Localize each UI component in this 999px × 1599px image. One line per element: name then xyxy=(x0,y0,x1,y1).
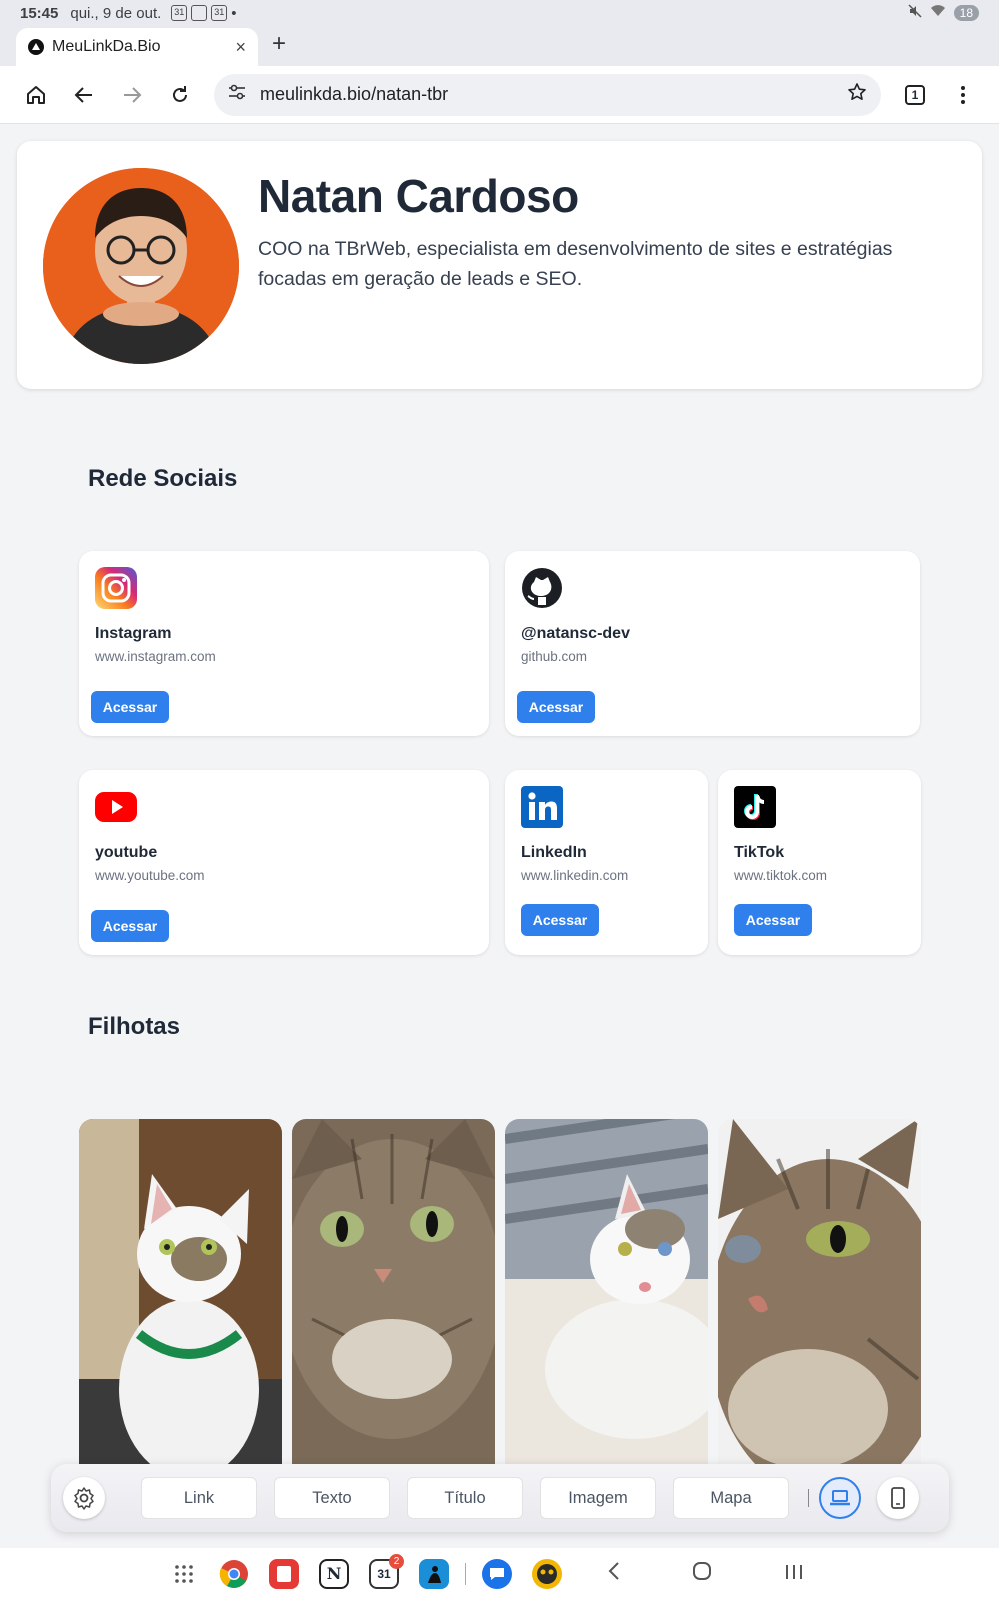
status-bar: 15:45 qui., 9 de out. 31 31 • 18 xyxy=(0,0,999,26)
tab-switcher-button[interactable]: 1 xyxy=(891,71,939,119)
youtube-icon xyxy=(95,786,137,828)
app-drawer-icon[interactable] xyxy=(169,1559,199,1589)
phone-icon xyxy=(891,1487,905,1509)
access-button-linkedin[interactable]: Acessar xyxy=(521,904,599,936)
address-bar[interactable]: meulinkda.bio/natan-tbr xyxy=(214,73,881,116)
calendar-notification-icon: 31 xyxy=(171,5,188,21)
add-link-button[interactable]: Link xyxy=(141,1477,257,1519)
browser-toolbar: meulinkda.bio/natan-tbr 1 xyxy=(0,66,999,124)
browser-menu-button[interactable] xyxy=(939,71,987,119)
tab-count: 1 xyxy=(905,84,925,105)
notes-app-icon[interactable] xyxy=(269,1558,299,1589)
kebab-menu-icon xyxy=(961,85,965,104)
status-time: 15:45 xyxy=(20,4,59,22)
url-text: meulinkda.bio/natan-tbr xyxy=(260,84,449,104)
add-title-button[interactable]: Título xyxy=(407,1477,523,1519)
close-tab-icon[interactable]: × xyxy=(235,37,246,58)
card-title: TikTok xyxy=(734,844,785,861)
gear-icon xyxy=(74,1487,94,1510)
battery-indicator: 18 xyxy=(953,5,979,21)
editor-toolbar: Link Texto Título Imagem Mapa xyxy=(51,1464,949,1532)
notion-app-icon[interactable]: N xyxy=(319,1558,349,1589)
reload-button[interactable] xyxy=(156,71,204,119)
access-button-github[interactable]: Acessar xyxy=(517,691,595,723)
more-notifications-dot: • xyxy=(231,4,237,22)
messages-app-icon[interactable] xyxy=(482,1558,512,1589)
link-card-tiktok: TikTok www.tiktok.com Acessar xyxy=(718,770,921,955)
site-favicon-icon xyxy=(28,39,44,55)
bookmark-star-icon[interactable] xyxy=(847,82,867,107)
tiktok-icon xyxy=(734,786,776,828)
card-url: github.com xyxy=(521,649,588,664)
profile-card: Natan Cardoso COO na TBrWeb, especialist… xyxy=(17,141,982,389)
access-button-tiktok[interactable]: Acessar xyxy=(734,904,812,936)
card-title: LinkedIn xyxy=(521,844,587,861)
profile-avatar xyxy=(43,168,239,364)
game-app-icon[interactable] xyxy=(532,1558,562,1589)
card-title: youtube xyxy=(95,844,158,861)
wifi-icon xyxy=(930,4,946,22)
cat-photo-2[interactable] xyxy=(292,1119,495,1469)
gallery-notification-icon xyxy=(191,5,208,21)
reload-icon xyxy=(173,85,187,102)
cat-photo-4[interactable] xyxy=(718,1119,921,1469)
home-nav-icon[interactable] xyxy=(692,1561,712,1587)
recents-nav-icon[interactable] xyxy=(784,1561,804,1587)
status-date: qui., 9 de out. xyxy=(70,4,162,22)
card-title: Instagram xyxy=(95,625,172,642)
add-text-button[interactable]: Texto xyxy=(274,1477,390,1519)
card-title: @natansc-dev xyxy=(521,625,630,642)
forward-arrow-icon xyxy=(124,86,142,103)
github-icon xyxy=(521,567,563,609)
link-card-github: @natansc-dev github.com Acessar xyxy=(505,551,920,736)
back-arrow-icon xyxy=(74,86,92,103)
cat-photo-3[interactable] xyxy=(505,1119,708,1469)
new-tab-button[interactable]: + xyxy=(272,30,286,58)
settings-button[interactable] xyxy=(63,1477,105,1519)
back-button[interactable] xyxy=(60,71,108,119)
instagram-icon xyxy=(95,567,137,609)
access-button-instagram[interactable]: Acessar xyxy=(91,691,169,723)
site-settings-icon[interactable] xyxy=(228,84,246,105)
tab-title: MeuLinkDa.Bio xyxy=(52,38,161,55)
browser-tab-strip: MeuLinkDa.Bio × + xyxy=(0,26,999,66)
profile-name: Natan Cardoso xyxy=(258,170,579,222)
calendar-notification-icon-2: 31 xyxy=(211,5,228,21)
mobile-preview-button[interactable] xyxy=(877,1477,919,1519)
laptop-icon xyxy=(830,1490,850,1506)
linkedin-icon xyxy=(521,786,563,828)
home-icon xyxy=(27,85,45,104)
chrome-app-icon[interactable] xyxy=(219,1559,249,1589)
link-card-linkedin: LinkedIn www.linkedin.com Acessar xyxy=(505,770,708,955)
dock-divider xyxy=(465,1562,466,1585)
cat-photo-1[interactable] xyxy=(79,1119,282,1469)
link-card-instagram: Instagram www.instagram.com Acessar xyxy=(79,551,489,736)
section-title-pets: Filhotas xyxy=(88,1013,181,1040)
section-title-social: Rede Sociais xyxy=(88,465,238,492)
card-url: www.tiktok.com xyxy=(734,868,828,883)
browser-tab[interactable]: MeuLinkDa.Bio × xyxy=(16,28,258,66)
card-url: www.linkedin.com xyxy=(521,868,629,883)
back-nav-icon[interactable] xyxy=(608,1561,620,1587)
add-image-button[interactable]: Imagem xyxy=(540,1477,656,1519)
forward-button[interactable] xyxy=(108,71,156,119)
kindle-app-icon[interactable] xyxy=(419,1558,449,1589)
mute-icon xyxy=(908,4,922,22)
calendar-app-icon[interactable]: 31 2 xyxy=(369,1553,404,1589)
android-nav-bar: N 31 2 xyxy=(0,1548,999,1599)
card-url: www.youtube.com xyxy=(95,868,205,883)
access-button-youtube[interactable]: Acessar xyxy=(91,910,169,942)
home-button[interactable] xyxy=(12,71,60,119)
calendar-badge: 2 xyxy=(389,1553,404,1569)
profile-bio: COO na TBrWeb, especialista em desenvolv… xyxy=(258,238,893,290)
toolbar-divider xyxy=(808,1489,809,1507)
add-map-button[interactable]: Mapa xyxy=(673,1477,789,1519)
card-url: www.instagram.com xyxy=(95,649,216,664)
desktop-preview-button[interactable] xyxy=(819,1477,861,1519)
link-card-youtube: youtube www.youtube.com Acessar xyxy=(79,770,489,955)
